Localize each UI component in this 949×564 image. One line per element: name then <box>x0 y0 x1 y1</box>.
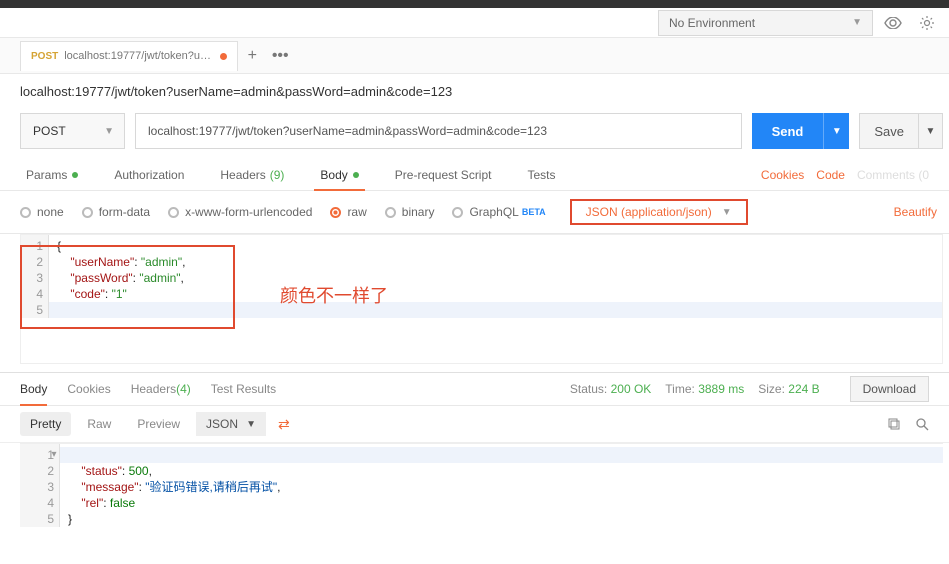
chevron-down-icon: ▼ <box>246 419 256 430</box>
tab-more-button[interactable]: ••• <box>266 42 294 70</box>
cookies-link[interactable]: Cookies <box>761 168 804 182</box>
response-tabs: Body Cookies Headers (4) Test Results St… <box>0 372 949 406</box>
environment-view-button[interactable] <box>879 10 907 36</box>
view-pretty[interactable]: Pretty <box>20 412 71 436</box>
chevron-down-icon: ▼ <box>852 17 862 28</box>
request-name: localhost:19777/jwt/token?userName=admin… <box>0 74 949 103</box>
indicator-dot-icon <box>72 172 78 178</box>
request-subtabs: Params Authorization Headers(9) Body Pre… <box>0 159 949 191</box>
save-dropdown[interactable]: ▼ <box>918 114 942 148</box>
download-button[interactable]: Download <box>850 376 929 402</box>
editor-gutter: 12345 <box>21 235 49 318</box>
bodytype-raw[interactable]: raw <box>330 205 366 219</box>
tab-body[interactable]: Body <box>314 159 364 190</box>
status-value: 200 OK <box>611 382 652 396</box>
format-select[interactable]: JSON▼ <box>196 412 266 436</box>
resp-tab-tests[interactable]: Test Results <box>211 373 276 405</box>
copy-response-button[interactable] <box>887 417 901 431</box>
tab-prerequest[interactable]: Pre-request Script <box>389 159 498 190</box>
body-type-row: none form-data x-www-form-urlencoded raw… <box>0 191 949 234</box>
search-response-button[interactable] <box>915 417 929 431</box>
view-raw[interactable]: Raw <box>77 412 121 436</box>
environment-label: No Environment <box>669 16 755 30</box>
method-select[interactable]: POST ▼ <box>20 113 125 149</box>
save-label: Save <box>860 124 918 139</box>
environment-select[interactable]: No Environment ▼ <box>658 10 873 36</box>
code-link[interactable]: Code <box>816 168 845 182</box>
request-body-editor[interactable]: 12345 { "userName": "admin", "passWord":… <box>20 234 943 364</box>
send-button[interactable]: Send ▼ <box>752 113 850 149</box>
annotation-text: 颜色不一样了 <box>280 282 388 308</box>
url-input[interactable] <box>135 113 742 149</box>
new-tab-button[interactable]: + <box>238 42 266 70</box>
tab-headers[interactable]: Headers(9) <box>214 159 290 190</box>
beautify-button[interactable]: Beautify <box>894 205 937 219</box>
size-value: 224 B <box>788 382 819 396</box>
response-body-viewer[interactable]: 12345 ▾ { "status": 500, "message": "验证码… <box>20 443 943 527</box>
tab-title: localhost:19777/jwt/token?use... <box>64 50 214 62</box>
chevron-down-icon: ▼ <box>722 207 732 218</box>
save-button[interactable]: Save ▼ <box>859 113 943 149</box>
method-value: POST <box>33 124 66 138</box>
settings-button[interactable] <box>913 10 941 36</box>
unsaved-dot-icon <box>220 53 227 60</box>
request-tab[interactable]: POST localhost:19777/jwt/token?use... <box>20 41 238 71</box>
bodytype-graphql[interactable]: GraphQLBETA <box>452 205 545 219</box>
resp-tab-cookies[interactable]: Cookies <box>67 373 110 405</box>
bodytype-xwww[interactable]: x-www-form-urlencoded <box>168 205 312 219</box>
fold-icon[interactable]: ▾ <box>48 447 60 463</box>
tab-method: POST <box>31 51 58 62</box>
chevron-down-icon: ▼ <box>104 126 114 137</box>
bodytype-binary[interactable]: binary <box>385 205 435 219</box>
send-label: Send <box>752 124 824 139</box>
indicator-dot-icon <box>353 172 359 178</box>
tab-params[interactable]: Params <box>20 159 84 190</box>
tab-authorization[interactable]: Authorization <box>108 159 190 190</box>
tab-tests[interactable]: Tests <box>521 159 561 190</box>
view-preview[interactable]: Preview <box>127 412 190 436</box>
send-dropdown[interactable]: ▼ <box>823 113 849 149</box>
bodytype-formdata[interactable]: form-data <box>82 205 150 219</box>
wrap-lines-button[interactable]: ⇄ <box>272 416 296 433</box>
response-view-options: Pretty Raw Preview JSON▼ ⇄ <box>0 406 949 443</box>
time-value: 3889 ms <box>698 382 744 396</box>
content-type-select[interactable]: JSON (application/json)▼ <box>570 199 748 225</box>
bodytype-none[interactable]: none <box>20 205 64 219</box>
resp-tab-headers[interactable]: Headers (4) <box>131 373 191 405</box>
resp-tab-body[interactable]: Body <box>20 373 47 405</box>
comments-link[interactable]: Comments (0 <box>857 168 929 182</box>
